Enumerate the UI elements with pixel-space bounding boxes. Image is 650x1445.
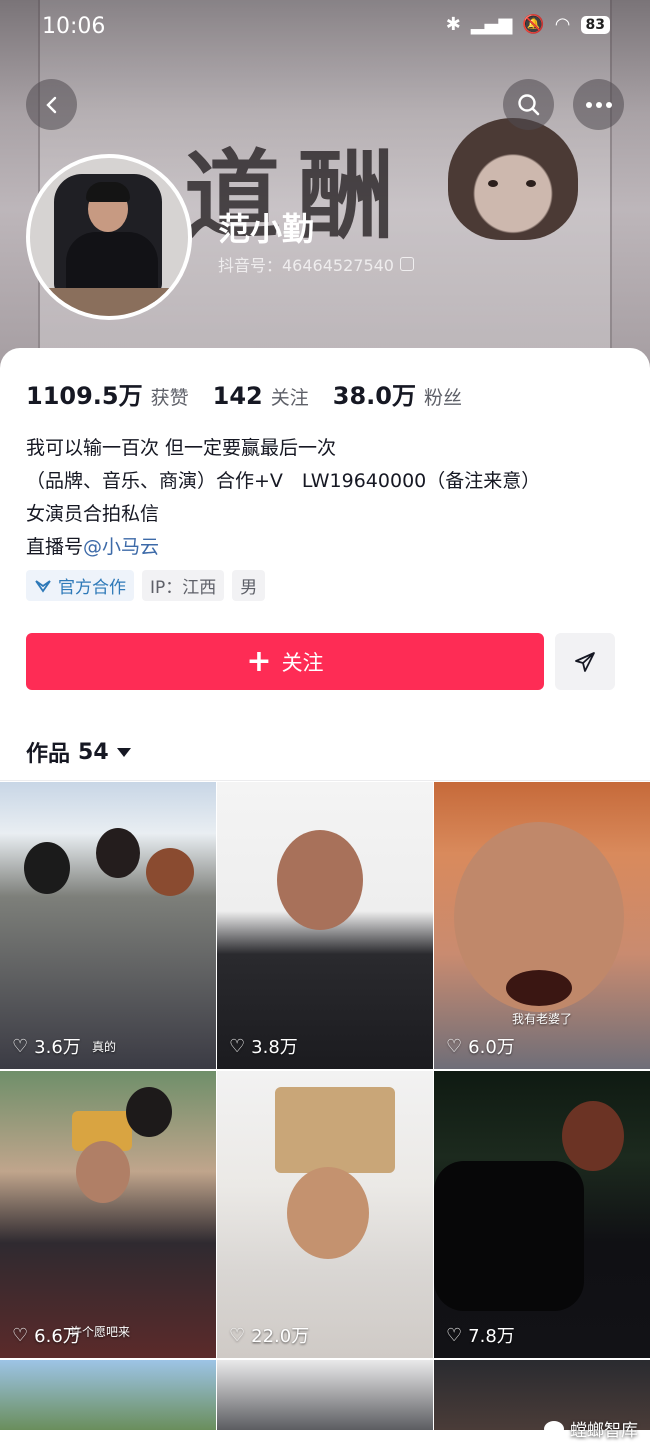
heart-icon: ♡ [446, 1324, 463, 1346]
watermark: 螳螂智库 [544, 1416, 638, 1441]
video-thumbnail[interactable]: ♡ 22.0万 [217, 1071, 433, 1358]
heart-icon: ♡ [446, 1035, 463, 1057]
status-bar: 10:06 ✱ ▂▄▆ 🔕 ◠ 83 [0, 0, 650, 56]
system-icons: ✱ ▂▄▆ 🔕 ◠ 83 [446, 14, 610, 35]
more-dots-icon [585, 101, 612, 108]
stat-value: 1109.5万 [26, 382, 143, 410]
search-icon [517, 93, 539, 115]
video-thumbnail[interactable]: ♡ 7.8万 [434, 1071, 650, 1358]
signal-icon: ▂▄▆ [470, 14, 513, 35]
video-caption: 我有老婆了 [512, 1012, 573, 1026]
chevron-left-icon [45, 96, 56, 113]
bio-line: 女演员合拍私信 [26, 503, 160, 525]
message-button[interactable] [555, 633, 615, 690]
bluetooth-icon: ✱ [445, 14, 461, 35]
stats-row: 1109.5万 获赞 142 关注 38.0万 粉丝 [26, 376, 462, 411]
video-thumbnail[interactable]: 我有老婆了 ♡ 6.0万 [434, 782, 650, 1069]
back-button[interactable] [26, 79, 77, 130]
official-partner-tag[interactable]: 官方合作 [26, 570, 134, 601]
bio-line: 直播号@小马云 [26, 531, 540, 564]
bio: 我可以输一百次 但一定要赢最后一次 （品牌、音乐、商演）合作+V LW19640… [26, 432, 540, 564]
video-grid: ♡ 3.6万 真的 ♡ 3.8万 我有老婆了 ♡ 6.0万 许个愿吧来 ♡ 6.6万 ♡… [0, 782, 650, 1430]
stat-followers[interactable]: 38.0万 粉丝 [333, 376, 462, 411]
home-indicator[interactable] [213, 1431, 437, 1436]
bio-line: （品牌、音乐、商演）合作+V LW19640000（备注来意） [26, 470, 541, 492]
like-count: ♡ 3.8万 [229, 1035, 298, 1059]
douyin-id-text: 抖音号：46464527540 [218, 256, 394, 275]
works-count: 54 [78, 739, 109, 765]
search-button[interactable] [503, 79, 554, 130]
video-thumbnail[interactable]: ♡ 3.8万 [217, 782, 433, 1069]
like-count: ♡ 6.0万 [446, 1035, 515, 1059]
mute-icon: 🔕 [522, 14, 545, 35]
watermark-text: 螳螂智库 [570, 1421, 638, 1441]
heart-icon: ♡ [12, 1035, 29, 1057]
heart-icon: ♡ [12, 1324, 29, 1346]
works-label: 作品 [26, 742, 71, 767]
stat-label: 粉丝 [423, 387, 462, 409]
follow-button[interactable]: + 关注 [26, 633, 544, 690]
profile-name: 范小勤 [218, 210, 315, 248]
profile-screen: 一道酬 10:06 ✱ ▂▄▆ 🔕 ◠ 83 范小勤 抖音号：464645275… [0, 0, 650, 1445]
send-icon [575, 651, 595, 672]
stat-label: 获赞 [150, 387, 189, 409]
mention-link[interactable]: @小马云 [83, 536, 159, 558]
handshake-icon [35, 579, 51, 593]
plus-icon: + [246, 643, 272, 679]
more-button[interactable] [573, 79, 624, 130]
bio-text: 直播号 [26, 536, 84, 558]
video-caption: 真的 [92, 1040, 117, 1054]
stat-value: 142 [212, 382, 263, 410]
profile-tags: 官方合作 IP：江西 男 [26, 570, 266, 601]
follow-label: 关注 [281, 650, 324, 675]
avatar[interactable] [26, 154, 192, 320]
stat-likes: 1109.5万 获赞 [26, 376, 189, 411]
heart-icon: ♡ [229, 1324, 246, 1346]
douyin-id[interactable]: 抖音号：46464527540 [218, 252, 414, 276]
heart-icon: ♡ [229, 1035, 246, 1057]
stat-label: 关注 [270, 387, 309, 409]
tag-label: 官方合作 [58, 578, 126, 598]
stat-value: 38.0万 [332, 382, 416, 410]
like-count: ♡ 3.6万 [12, 1035, 81, 1059]
video-thumbnail[interactable]: 许个愿吧来 ♡ 6.6万 [0, 1071, 216, 1358]
battery-icon: 83 [580, 15, 610, 34]
like-count: ♡ 6.6万 [12, 1324, 81, 1348]
video-thumbnail[interactable] [217, 1360, 433, 1430]
video-thumbnail[interactable] [0, 1360, 216, 1430]
gender-tag: 男 [232, 570, 266, 601]
copy-icon[interactable] [399, 257, 414, 271]
like-count: ♡ 7.8万 [446, 1324, 515, 1348]
tab-works[interactable]: 作品 54 [26, 736, 131, 768]
ip-location-tag: IP：江西 [142, 570, 225, 601]
like-count: ♡ 22.0万 [229, 1324, 310, 1348]
banner-face-image [448, 118, 578, 240]
divider [0, 780, 650, 781]
wifi-icon: ◠ [554, 14, 571, 35]
stat-following[interactable]: 142 关注 [213, 382, 309, 410]
caret-down-icon [116, 747, 131, 757]
bio-line: 我可以输一百次 但一定要赢最后一次 [26, 437, 337, 459]
weibo-logo-icon [544, 1420, 564, 1437]
video-thumbnail[interactable]: ♡ 3.6万 真的 [0, 782, 216, 1069]
status-time: 10:06 [42, 14, 106, 39]
